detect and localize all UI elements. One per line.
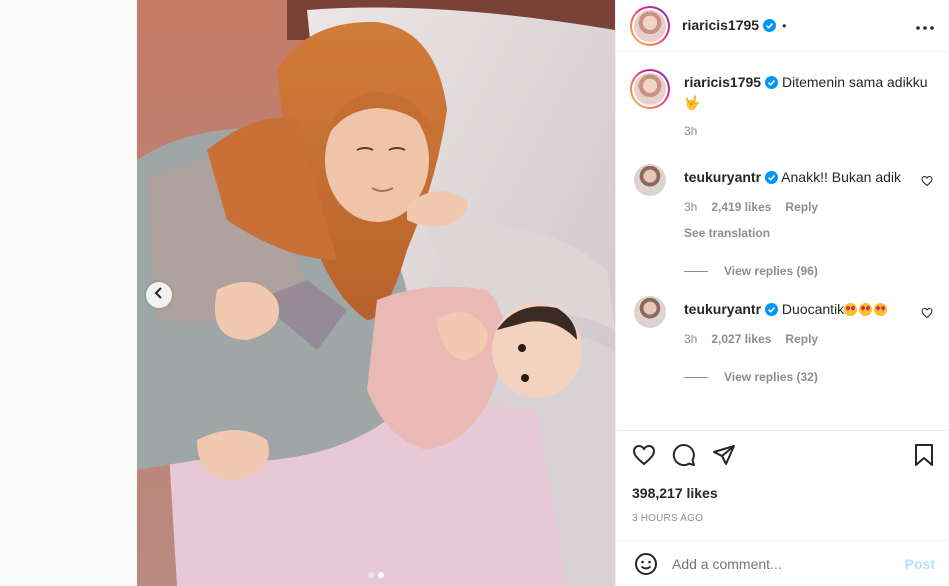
heart-eyes-emoji-icon — [844, 303, 858, 316]
add-comment-input[interactable] — [672, 555, 905, 572]
view-replies-button[interactable]: View replies (32) — [684, 370, 933, 384]
heart-eyes-emoji-icon — [874, 303, 888, 316]
header-separator: • — [782, 18, 787, 33]
post-comment-button[interactable]: Post — [905, 556, 935, 572]
view-replies-label: View replies (96) — [724, 264, 818, 278]
heart-icon[interactable] — [632, 443, 656, 467]
see-translation-link[interactable]: See translation — [684, 224, 901, 242]
comment-bubble-icon[interactable] — [672, 443, 696, 467]
caption-avatar[interactable] — [630, 69, 670, 109]
author-username[interactable]: riaricis1795 — [682, 17, 777, 35]
reply-button[interactable]: Reply — [785, 330, 818, 348]
comment-text: Duocantik — [781, 301, 845, 317]
previous-image-button[interactable] — [146, 282, 172, 308]
replies-divider — [684, 270, 708, 272]
comment-item: teukuryantr Duocantik 3h 2,027 likes Rep… — [630, 296, 933, 384]
comment-like-heart-icon[interactable] — [921, 306, 933, 324]
verified-badge-icon — [763, 18, 777, 35]
backdrop — [0, 0, 137, 586]
carousel-dot — [368, 572, 374, 578]
carousel-indicator — [368, 572, 384, 578]
comment-text: Anakk!! Bukan adik — [781, 169, 902, 185]
chevron-left-icon — [153, 286, 165, 304]
comments-list[interactable]: riaricis1795 Ditemenin sama adikku 🤟 3h … — [616, 53, 949, 430]
caption-username[interactable]: riaricis1795 — [684, 74, 761, 90]
photo-illustration — [137, 0, 615, 586]
commenter-avatar[interactable] — [634, 164, 666, 196]
bookmark-icon[interactable] — [913, 443, 935, 467]
commenter-username[interactable]: teukuryantr — [684, 169, 761, 185]
caption-emoji: 🤟 — [684, 95, 701, 110]
comment-like-heart-icon[interactable] — [921, 174, 933, 192]
caption-text: Ditemenin sama adikku — [781, 74, 928, 90]
heart-eyes-emoji-icon — [859, 303, 873, 316]
comment-item: teukuryantr Anakk!! Bukan adik 3h 2,419 … — [630, 164, 933, 278]
replies-divider — [684, 376, 708, 378]
comment-time: 3h — [684, 332, 698, 346]
likes-count[interactable]: 398,217 likes — [632, 485, 935, 501]
instagram-post-modal: riaricis1795 • riaricis1795 Ditemenin sa… — [0, 0, 949, 586]
post-caption: riaricis1795 Ditemenin sama adikku 🤟 3h — [630, 69, 933, 140]
commenter-username[interactable]: teukuryantr — [684, 301, 761, 317]
verified-badge-icon — [765, 75, 779, 93]
more-options-icon[interactable] — [915, 15, 935, 36]
comment-likes[interactable]: 2,027 likes — [711, 330, 771, 348]
post-timestamp: 3 HOURS AGO — [632, 513, 704, 524]
verified-badge-icon — [765, 302, 779, 320]
comment-time: 3h — [684, 200, 698, 214]
paper-plane-icon[interactable] — [712, 443, 736, 467]
view-replies-button[interactable]: View replies (96) — [684, 264, 933, 278]
verified-badge-icon — [765, 170, 779, 188]
smiley-icon[interactable] — [634, 552, 658, 576]
view-replies-label: View replies (32) — [724, 370, 818, 384]
commenter-avatar[interactable] — [634, 296, 666, 328]
carousel-dot-active — [378, 572, 384, 578]
reply-button[interactable]: Reply — [785, 198, 818, 216]
post-sidebar: riaricis1795 • riaricis1795 Ditemenin sa… — [615, 0, 949, 586]
comment-composer: Post — [616, 540, 949, 586]
author-avatar[interactable] — [630, 5, 670, 46]
post-header: riaricis1795 • — [616, 0, 949, 52]
post-actions: 398,217 likes 3 HOURS AGO — [616, 430, 949, 524]
caption-time: 3h — [684, 124, 698, 138]
comment-likes[interactable]: 2,419 likes — [711, 198, 771, 216]
post-photo[interactable] — [137, 0, 615, 586]
